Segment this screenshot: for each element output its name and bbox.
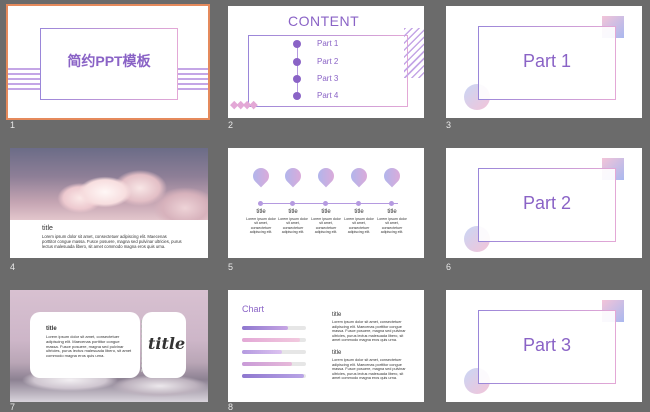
slide2-item-label: Part 4 bbox=[317, 91, 339, 100]
slide2-item-label: Part 1 bbox=[317, 39, 339, 48]
step-title: title bbox=[321, 209, 331, 215]
progress-bar-3-fill bbox=[242, 350, 282, 354]
step-title: title bbox=[354, 209, 364, 215]
step-text: Lorem ipsum dolor sit amet, consectetuer… bbox=[278, 217, 308, 235]
step-text: Lorem ipsum dolor sit amet, consectetuer… bbox=[311, 217, 341, 235]
slide-thumb-4[interactable]: title Lorem ipsum dolor sit amet, consec… bbox=[10, 148, 208, 272]
pin-dot bbox=[323, 201, 328, 206]
slide-8[interactable]: Chart title Lorem ipsum dolor sit amet, … bbox=[228, 290, 424, 402]
slide2-title: CONTENT bbox=[288, 13, 360, 29]
pin-dot bbox=[258, 201, 263, 206]
slide7-card-divider bbox=[141, 320, 143, 372]
slide4-title: title bbox=[42, 225, 53, 232]
slide9-title: Part 3 bbox=[522, 335, 572, 355]
slide4-text: Lorem ipsum dolor sit amet, consectetuer… bbox=[42, 234, 182, 249]
slide-number: 2 bbox=[228, 120, 234, 130]
slide-number: 7 bbox=[10, 402, 16, 412]
slide2-item-label: Part 3 bbox=[317, 74, 339, 83]
slide3-title: Part 1 bbox=[522, 51, 572, 71]
slide1-stripes-left bbox=[8, 68, 40, 92]
slide7-script-title: title bbox=[148, 334, 186, 353]
slide-5[interactable]: title Lorem ipsum dolor sit amet, consec… bbox=[228, 148, 424, 258]
pin-icon bbox=[380, 164, 404, 188]
pin-dot bbox=[290, 201, 295, 206]
pin-icon bbox=[314, 164, 338, 188]
slide6-title: Part 2 bbox=[522, 193, 572, 213]
slide-thumb-1[interactable]: 简约PPT模板 1 bbox=[6, 4, 210, 130]
step-title: title bbox=[288, 209, 298, 215]
slide-thumb-8[interactable]: Chart title Lorem ipsum dolor sit amet, … bbox=[228, 290, 424, 412]
cloud-photo bbox=[10, 148, 208, 220]
step-title: title bbox=[387, 209, 397, 215]
pin-icon bbox=[249, 164, 273, 188]
slide1-title: 简约PPT模板 bbox=[67, 53, 151, 69]
progress-bar-1-fill bbox=[242, 326, 288, 330]
step-text: Lorem ipsum dolor sit amet, consectetuer… bbox=[344, 217, 374, 235]
slide-thumb-5[interactable]: title Lorem ipsum dolor sit amet, consec… bbox=[228, 148, 424, 272]
slide8-title-1: title bbox=[332, 312, 342, 318]
slide8-chart-label: Chart bbox=[242, 304, 265, 314]
slide7-card-text: Lorem ipsum dolor sit amet, consectetuer… bbox=[46, 334, 132, 359]
dot-icon bbox=[293, 58, 301, 66]
slide-thumb-2[interactable]: CONTENT ◆◆◆◆ Part 1 Part 2 Part 3 Part 4… bbox=[228, 6, 424, 130]
slide-6[interactable]: Part 2 bbox=[446, 148, 642, 258]
slide2-stripes bbox=[404, 28, 424, 78]
slide-number: 4 bbox=[10, 262, 16, 272]
slide-number: 8 bbox=[228, 402, 234, 412]
dot-icon bbox=[293, 75, 301, 83]
slide2-item-label: Part 2 bbox=[317, 57, 339, 66]
dot-icon bbox=[293, 92, 301, 100]
slide-number: 5 bbox=[228, 262, 234, 272]
pin-icon bbox=[347, 164, 371, 188]
slide8-text-2: Lorem ipsum dolor sit amet, consectetuer… bbox=[332, 358, 406, 381]
progress-bar-2-fill bbox=[242, 338, 300, 342]
pin-dot bbox=[356, 201, 361, 206]
slide1-stripes-right bbox=[178, 68, 208, 92]
slide7-card-title: title bbox=[46, 326, 57, 332]
slide-thumb-6[interactable]: Part 2 6 bbox=[446, 148, 642, 272]
dot-icon bbox=[293, 40, 301, 48]
step-text: Lorem ipsum dolor sit amet, consectetuer… bbox=[377, 217, 407, 235]
slide-1[interactable]: 简约PPT模板 bbox=[6, 4, 210, 120]
pin-icon bbox=[281, 164, 305, 188]
slide-thumb-3[interactable]: Part 1 3 bbox=[446, 6, 642, 130]
slide2-timeline-line bbox=[297, 42, 298, 98]
slide-9[interactable]: Part 3 bbox=[446, 290, 642, 402]
slide-7[interactable]: title Lorem ipsum dolor sit amet, consec… bbox=[10, 290, 208, 402]
progress-bar-4-fill bbox=[242, 362, 292, 366]
step-title: title bbox=[256, 209, 266, 215]
slide8-text-1: Lorem ipsum dolor sit amet, consectetuer… bbox=[332, 320, 406, 343]
slide-number: 3 bbox=[446, 120, 452, 130]
slide2-diamonds: ◆◆◆◆ bbox=[230, 99, 258, 111]
slide-number: 6 bbox=[446, 262, 452, 272]
slide-2[interactable]: CONTENT ◆◆◆◆ Part 1 Part 2 Part 3 Part 4 bbox=[228, 6, 424, 118]
slide8-title-2: title bbox=[332, 350, 342, 356]
pin-dot bbox=[389, 201, 394, 206]
progress-bar-5-fill bbox=[242, 374, 304, 378]
slide-3[interactable]: Part 1 bbox=[446, 6, 642, 118]
slide-number: 1 bbox=[10, 120, 16, 130]
step-text: Lorem ipsum dolor sit amet, consectetuer… bbox=[246, 217, 276, 235]
slide5-timeline-line bbox=[258, 203, 398, 204]
slide-thumb-9[interactable]: Part 3 bbox=[446, 290, 642, 402]
slide-thumb-7[interactable]: title Lorem ipsum dolor sit amet, consec… bbox=[10, 290, 208, 412]
slide-4[interactable]: title Lorem ipsum dolor sit amet, consec… bbox=[10, 148, 208, 258]
